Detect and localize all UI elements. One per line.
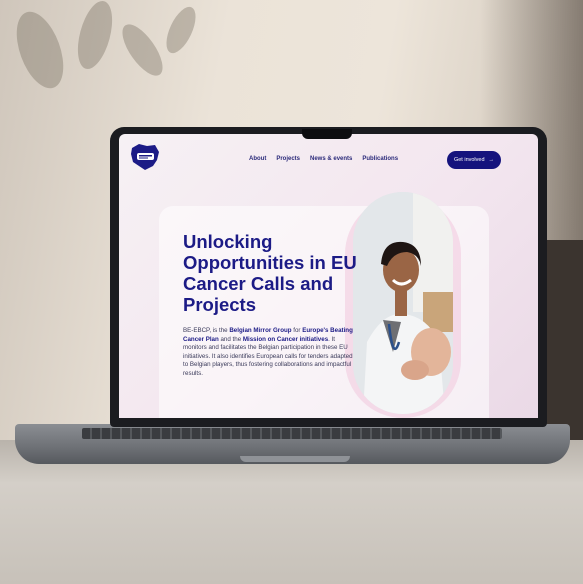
doctor-photo <box>353 192 453 414</box>
description-text: and the <box>218 335 243 343</box>
arrow-right-icon: → <box>488 157 495 163</box>
laptop-trackpad-edge <box>240 456 350 462</box>
laptop-screen: About Projects News & events Publication… <box>119 134 538 418</box>
main-nav: About Projects News & events Publication… <box>249 156 398 162</box>
description-highlight: Belgian Mirror Group <box>229 327 292 334</box>
description-highlight: Mission on Cancer initiatives <box>242 335 329 343</box>
nav-item-projects[interactable]: Projects <box>276 156 300 162</box>
description-text: BE-EBCP, is the <box>183 327 230 334</box>
get-involved-label: Get involved <box>453 157 485 163</box>
description-text: for <box>291 327 303 334</box>
laptop-keyboard <box>82 428 502 439</box>
nav-item-news-events[interactable]: News & events <box>310 156 352 162</box>
laptop-camera-notch <box>302 129 352 139</box>
scene: About Projects News & events Publication… <box>0 0 583 584</box>
hero-description: BE-EBCP, is the Belgian Mirror Group for… <box>183 327 355 379</box>
nav-item-publications[interactable]: Publications <box>362 156 398 162</box>
logo-icon[interactable] <box>129 142 161 172</box>
get-involved-button[interactable]: Get involved → <box>447 151 501 169</box>
nav-item-about[interactable]: About <box>249 156 266 162</box>
hero-headline: Unlocking Opportunities in EU Cancer Cal… <box>183 231 357 315</box>
